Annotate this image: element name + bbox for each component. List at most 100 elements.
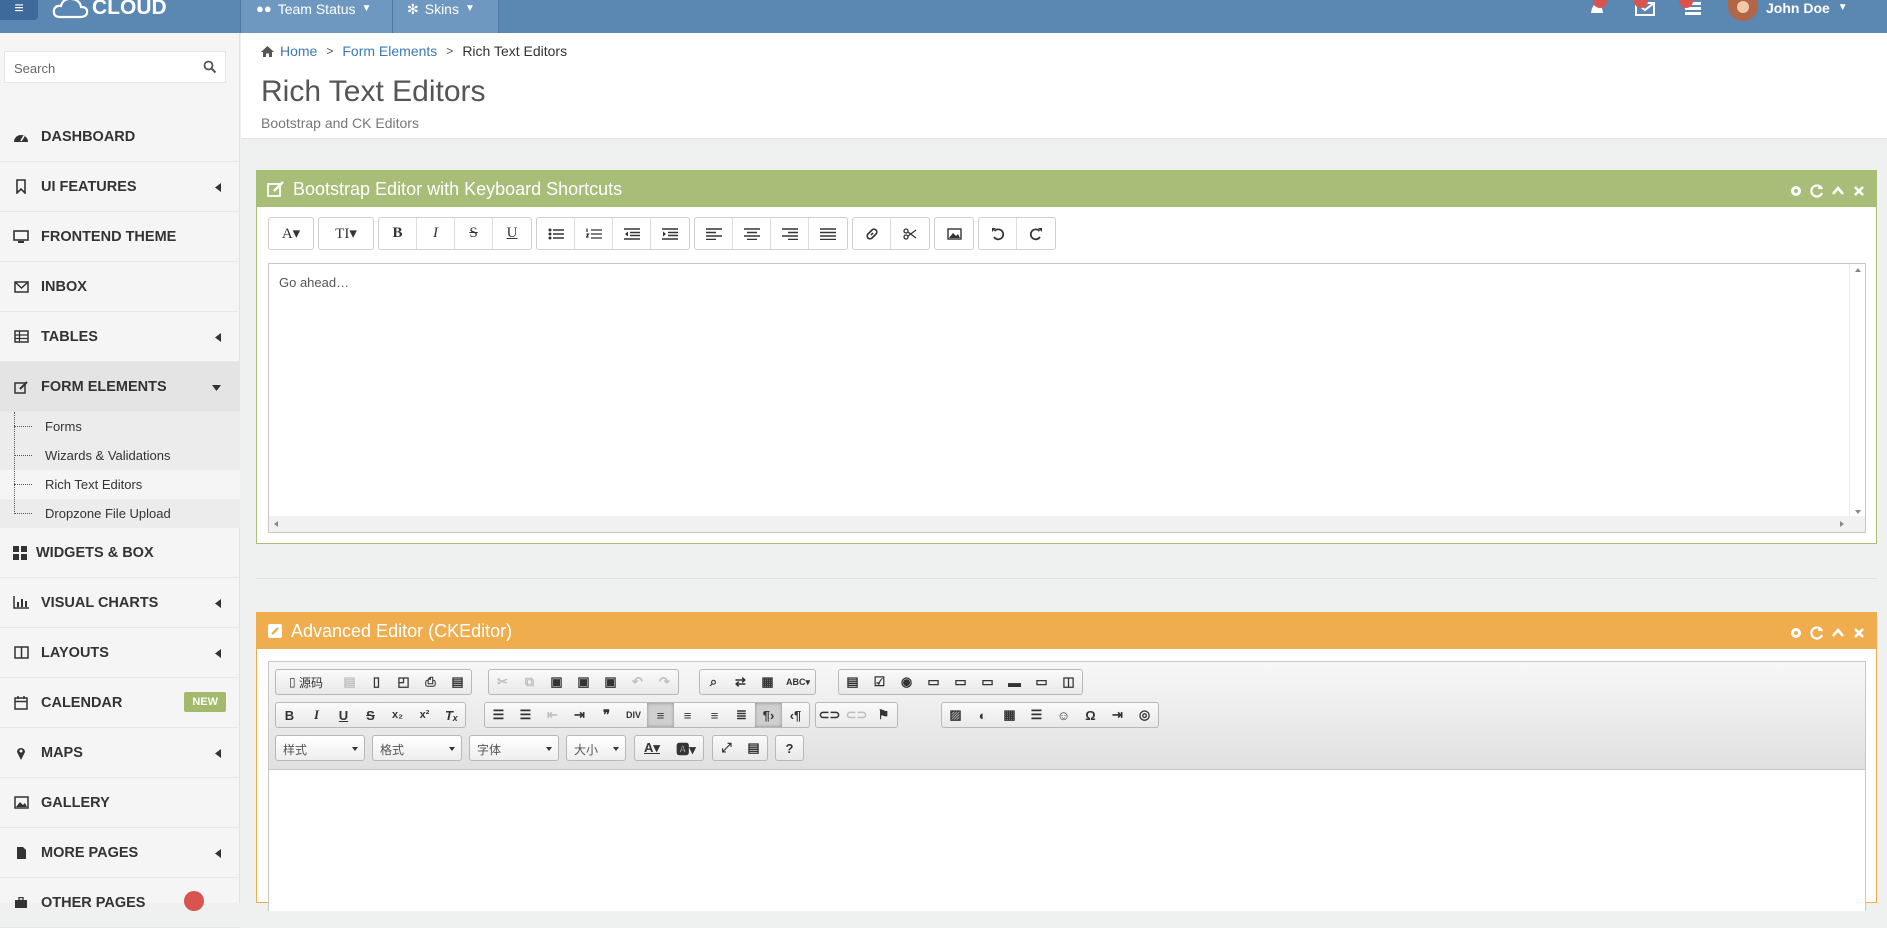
about-button[interactable]: ? (776, 736, 803, 760)
horizontal-scrollbar[interactable] (269, 516, 1865, 532)
sidebar-item-dashboard[interactable]: DASHBOARD (0, 112, 240, 162)
image-button-button[interactable]: ▭ (1028, 670, 1055, 694)
iframe-button[interactable]: ◎ (1131, 703, 1158, 727)
messages-button[interactable] (1634, 0, 1656, 16)
redo-button[interactable]: ↷ (651, 670, 678, 694)
refresh-icon[interactable] (1810, 184, 1824, 198)
image-button[interactable]: ▨ (942, 703, 969, 727)
justify-button[interactable] (809, 218, 847, 249)
radio-button[interactable]: ◉ (893, 670, 920, 694)
rtl-button[interactable]: ‹¶ (782, 703, 809, 727)
smiley-button[interactable]: ☺ (1050, 703, 1077, 727)
unlink-button[interactable]: ⊂⊃ (843, 703, 870, 727)
ltr-button[interactable]: ¶› (755, 703, 782, 727)
bullet-list-button[interactable] (537, 218, 575, 249)
close-icon[interactable] (1852, 626, 1866, 640)
select-all-button[interactable]: ▦ (754, 670, 781, 694)
font-select[interactable]: 字体 (469, 735, 559, 761)
menu-toggle-button[interactable]: ≡ (0, 0, 38, 20)
undo-button[interactable] (979, 218, 1017, 249)
sidebar-subitem-rich-text-editors[interactable]: Rich Text Editors (0, 470, 240, 499)
editor-content[interactable]: Go ahead… (279, 275, 349, 290)
underline-button[interactable]: U (493, 218, 531, 249)
gear-icon[interactable] (1789, 626, 1803, 640)
numbered-list-button[interactable] (575, 218, 613, 249)
save-button[interactable]: ▤ (336, 670, 363, 694)
skins-menu[interactable]: ✻ Skins ▼ (392, 0, 499, 33)
breadcrumb-form-elements-link[interactable]: Form Elements (342, 43, 437, 59)
search-input[interactable]: Search (14, 61, 55, 76)
preview-button[interactable]: ◰ (390, 670, 417, 694)
close-icon[interactable] (1852, 184, 1866, 198)
bulleted-list-button[interactable]: ☰ (512, 703, 539, 727)
size-select[interactable]: 大小 (566, 735, 626, 761)
select-button[interactable]: ▭ (974, 670, 1001, 694)
sidebar-item-ui-features[interactable]: UI FEATURES (0, 162, 240, 212)
sidebar-item-visual-charts[interactable]: VISUAL CHARTS (0, 578, 240, 628)
sidebar-subitem-wizards[interactable]: Wizards & Validations (0, 441, 240, 470)
text-color-button[interactable]: A▾ (635, 736, 669, 760)
paste-text-button[interactable]: ▣ (570, 670, 597, 694)
form-button[interactable]: ▤ (839, 670, 866, 694)
sidebar-item-inbox[interactable]: INBOX (0, 262, 240, 312)
numbered-list-button[interactable]: ☰ (485, 703, 512, 727)
refresh-icon[interactable] (1810, 626, 1824, 640)
breadcrumb-home-link[interactable]: Home (280, 43, 317, 59)
italic-button[interactable]: I (303, 703, 330, 727)
subscript-button[interactable]: x₂ (384, 703, 411, 727)
horizontal-rule-button[interactable]: ☰ (1023, 703, 1050, 727)
vertical-scrollbar[interactable] (1849, 264, 1865, 518)
page-break-button[interactable]: ⇥ (1104, 703, 1131, 727)
sidebar-item-layouts[interactable]: LAYOUTS (0, 628, 240, 678)
print-button[interactable]: ⎙ (417, 670, 444, 694)
underline-button[interactable]: U (330, 703, 357, 727)
sidebar-subitem-forms[interactable]: Forms (0, 412, 240, 441)
unlink-button[interactable] (891, 218, 929, 249)
sidebar-item-calendar[interactable]: CALENDAR NEW (0, 678, 240, 728)
italic-button[interactable]: I (417, 218, 455, 249)
gear-icon[interactable] (1789, 184, 1803, 198)
link-button[interactable] (853, 218, 891, 249)
chevron-up-icon[interactable] (1831, 626, 1845, 640)
source-button[interactable]: ▯ 源码 (276, 670, 336, 694)
tasks-button[interactable] (1679, 0, 1704, 16)
align-left-button[interactable] (695, 218, 733, 249)
bold-button[interactable]: B (276, 703, 303, 727)
sidebar-subitem-dropzone[interactable]: Dropzone File Upload (0, 499, 240, 528)
redo-button[interactable] (1017, 218, 1055, 249)
spellcheck-button[interactable]: ABC▾ (781, 670, 815, 694)
font-button[interactable]: A▾ (269, 218, 313, 249)
align-center-button[interactable] (733, 218, 771, 249)
justify-left-button[interactable]: ≡ (647, 703, 674, 727)
special-char-button[interactable]: Ω (1077, 703, 1104, 727)
outdent-button[interactable] (613, 218, 651, 249)
sidebar-item-frontend-theme[interactable]: FRONTEND THEME (0, 212, 240, 262)
replace-button[interactable]: ⇄ (727, 670, 754, 694)
link-button[interactable]: ⊂⊃ (816, 703, 843, 727)
find-button[interactable]: ⌕ (700, 670, 727, 694)
indent-button[interactable] (651, 218, 689, 249)
sidebar-item-tables[interactable]: TABLES (0, 312, 240, 362)
undo-button[interactable]: ↶ (624, 670, 651, 694)
strikethrough-button[interactable]: S (455, 218, 493, 249)
justify-right-button[interactable]: ≡ (701, 703, 728, 727)
superscript-button[interactable]: x² (411, 703, 438, 727)
paste-button[interactable]: ▣ (543, 670, 570, 694)
ckeditor-content-area[interactable] (269, 771, 1865, 911)
textarea-button[interactable]: ▭ (947, 670, 974, 694)
justify-center-button[interactable]: ≡ (674, 703, 701, 727)
checkbox-button[interactable]: ☑ (866, 670, 893, 694)
text-field-button[interactable]: ▭ (920, 670, 947, 694)
indent-button[interactable]: ⇥ (566, 703, 593, 727)
maximize-button[interactable]: ⤢ (713, 736, 740, 760)
search-box[interactable]: Search (4, 51, 226, 83)
justify-block-button[interactable]: ≣ (728, 703, 755, 727)
templates-button[interactable]: ▤ (444, 670, 471, 694)
user-menu[interactable]: John Doe ▼ (1728, 0, 1848, 22)
paste-word-button[interactable]: ▣ (597, 670, 624, 694)
styles-select[interactable]: 样式 (275, 735, 365, 761)
notifications-button[interactable] (1587, 0, 1607, 16)
anchor-button[interactable]: ⚑ (870, 703, 897, 727)
outdent-button[interactable]: ⇤ (539, 703, 566, 727)
hidden-field-button[interactable]: ◫ (1055, 670, 1082, 694)
